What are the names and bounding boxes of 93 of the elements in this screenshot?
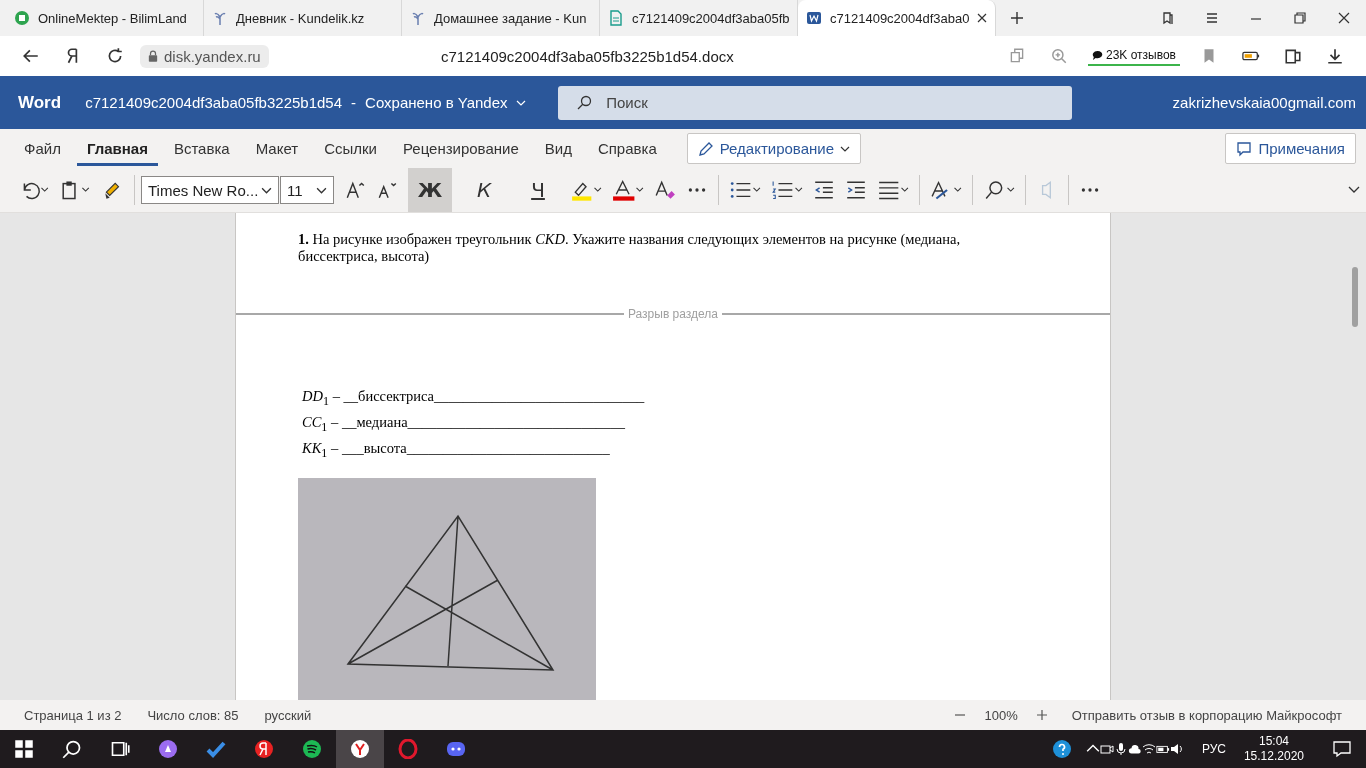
account-name[interactable]: zakrizhevskaia00gmail.com (1172, 94, 1356, 111)
paste-icon[interactable] (60, 179, 92, 201)
active-browser-app-icon[interactable] (336, 730, 384, 768)
word-count: Число слов: 85 (147, 707, 239, 723)
language-label[interactable]: русский (264, 707, 312, 723)
zoom-in-icon[interactable] (1035, 709, 1048, 721)
task-view-icon[interactable] (110, 739, 130, 759)
pencil-icon (697, 140, 714, 157)
decrease-indent-icon[interactable] (813, 179, 835, 201)
ribbon-tab[interactable]: Вставка (163, 131, 240, 166)
chevron-down-icon (316, 186, 327, 194)
reload-icon[interactable] (106, 47, 124, 65)
comment-icon (1236, 140, 1253, 157)
grow-font-icon[interactable] (344, 179, 366, 201)
app-name[interactable]: Word (18, 92, 62, 113)
font-color-icon[interactable] (612, 179, 644, 201)
music-app-icon[interactable] (302, 739, 322, 759)
search-icon (576, 94, 593, 111)
domain-chip[interactable]: disk.yandex.ru (140, 44, 269, 68)
numbered-list-icon[interactable] (771, 179, 803, 201)
chevron-down-icon (515, 99, 526, 106)
ribbon-tab[interactable]: Макет (245, 131, 309, 166)
ribbon-tab[interactable]: Главная (76, 131, 158, 166)
new-tab-icon[interactable] (1010, 11, 1024, 25)
font-size-dropdown[interactable]: 11 (280, 176, 334, 204)
ribbon-tab[interactable]: Файл (14, 131, 71, 166)
help-icon[interactable] (1051, 739, 1072, 759)
clear-formatting-icon[interactable] (654, 179, 676, 201)
copy-icon[interactable] (1008, 47, 1026, 65)
close-icon[interactable] (977, 13, 987, 23)
back-arrow-icon[interactable] (22, 47, 40, 65)
question-text: 1. На рисунке изображен треугольник CKD. Укажите названия следующих элементов на рисунке (медиана, биссектриса, высота) (298, 231, 962, 265)
chat-app-icon[interactable] (446, 739, 466, 759)
ribbon-tab[interactable]: Ссылки (314, 131, 387, 166)
answer-line: DD$_{1}$ – __биссектриса_____________________________ (301, 387, 646, 410)
browser-app-icon[interactable] (254, 739, 274, 759)
format-button[interactable]: Ж (408, 168, 452, 212)
ribbon-tab[interactable]: Рецензирование (392, 131, 529, 166)
comments-button[interactable]: Примечания (1225, 133, 1356, 164)
domain-text: disk.yandex.ru (164, 47, 261, 65)
answer-line: CC$_{1}$ – __медиана______________________________ (301, 412, 627, 436)
wifi-icon[interactable] (1141, 742, 1156, 756)
microphone-icon[interactable] (1113, 742, 1128, 756)
sprout-icon (212, 10, 228, 26)
clock[interactable]: 15:04 15.12.2020 (1243, 734, 1304, 764)
feedback-link[interactable]: Отправить отзыв в корпорацию Майкрософт (1071, 707, 1342, 723)
document-title-button[interactable]: c7121409c2004df3aba05fb3225b1d54 - Сохранено в Yandex (85, 94, 559, 111)
format-button[interactable]: К (462, 168, 506, 212)
windows-start-icon[interactable] (14, 739, 34, 759)
circle-logo-icon (14, 10, 30, 26)
chevron-down-icon (840, 145, 850, 152)
collections-icon[interactable] (1284, 47, 1302, 65)
styles-icon[interactable] (930, 179, 962, 201)
page-count: Страница 1 из 2 (24, 707, 122, 723)
reviews-button[interactable]: 23K отзывов (1088, 46, 1180, 66)
search-field[interactable]: Поиск (558, 85, 1073, 120)
menu-icon[interactable] (1205, 11, 1219, 25)
zoom-level[interactable]: 100% (984, 707, 1018, 723)
page-title: c7121409c2004df3aba05fb3225b1d54.docx (439, 47, 735, 65)
download-icon[interactable] (1326, 47, 1344, 65)
camera-icon[interactable] (1099, 742, 1114, 756)
restore-icon[interactable] (1293, 11, 1307, 25)
close-icon[interactable] (1337, 11, 1351, 25)
cloud-icon[interactable] (1127, 742, 1142, 756)
increase-indent-icon[interactable] (845, 179, 867, 201)
font-name-dropdown[interactable]: Times New Ro... (141, 176, 279, 204)
search-icon[interactable] (983, 179, 1015, 201)
answer-line: KK$_{1}$ – ___высота____________________________ (301, 438, 611, 462)
browser-tab[interactable]: c7121409c2004df3aba0 (798, 0, 996, 36)
collapse-ribbon-icon[interactable] (1348, 186, 1360, 194)
checkmark-app-icon[interactable] (206, 739, 226, 759)
assistant-app-icon[interactable] (158, 739, 178, 759)
ring-browser-app-icon[interactable] (398, 739, 418, 759)
document-icon (608, 10, 624, 26)
section-break-label: Разрыв раздела (627, 307, 719, 321)
speech-bubble-icon (1092, 49, 1103, 61)
search-icon[interactable] (62, 739, 82, 759)
scrollbar-thumb[interactable] (1352, 267, 1358, 327)
lock-icon (148, 50, 158, 62)
ribbon-tab[interactable]: Справка (587, 131, 667, 166)
sprout-icon (410, 10, 426, 26)
input-language[interactable]: РУС (1201, 742, 1226, 756)
word-logo-icon (806, 10, 822, 26)
chevron-down-icon (261, 186, 272, 194)
bookmarks-icon[interactable] (1161, 11, 1175, 25)
bullet-list-icon[interactable] (729, 179, 761, 201)
align-icon[interactable] (877, 179, 909, 201)
editing-mode-button[interactable]: Редактирование (686, 133, 861, 164)
notifications-icon[interactable] (1332, 739, 1352, 759)
format-button[interactable]: Ч (516, 168, 560, 212)
speaker-icon[interactable] (1169, 742, 1184, 756)
ribbon-tab[interactable]: Вид (534, 131, 582, 166)
zoom-icon[interactable] (1050, 47, 1068, 65)
